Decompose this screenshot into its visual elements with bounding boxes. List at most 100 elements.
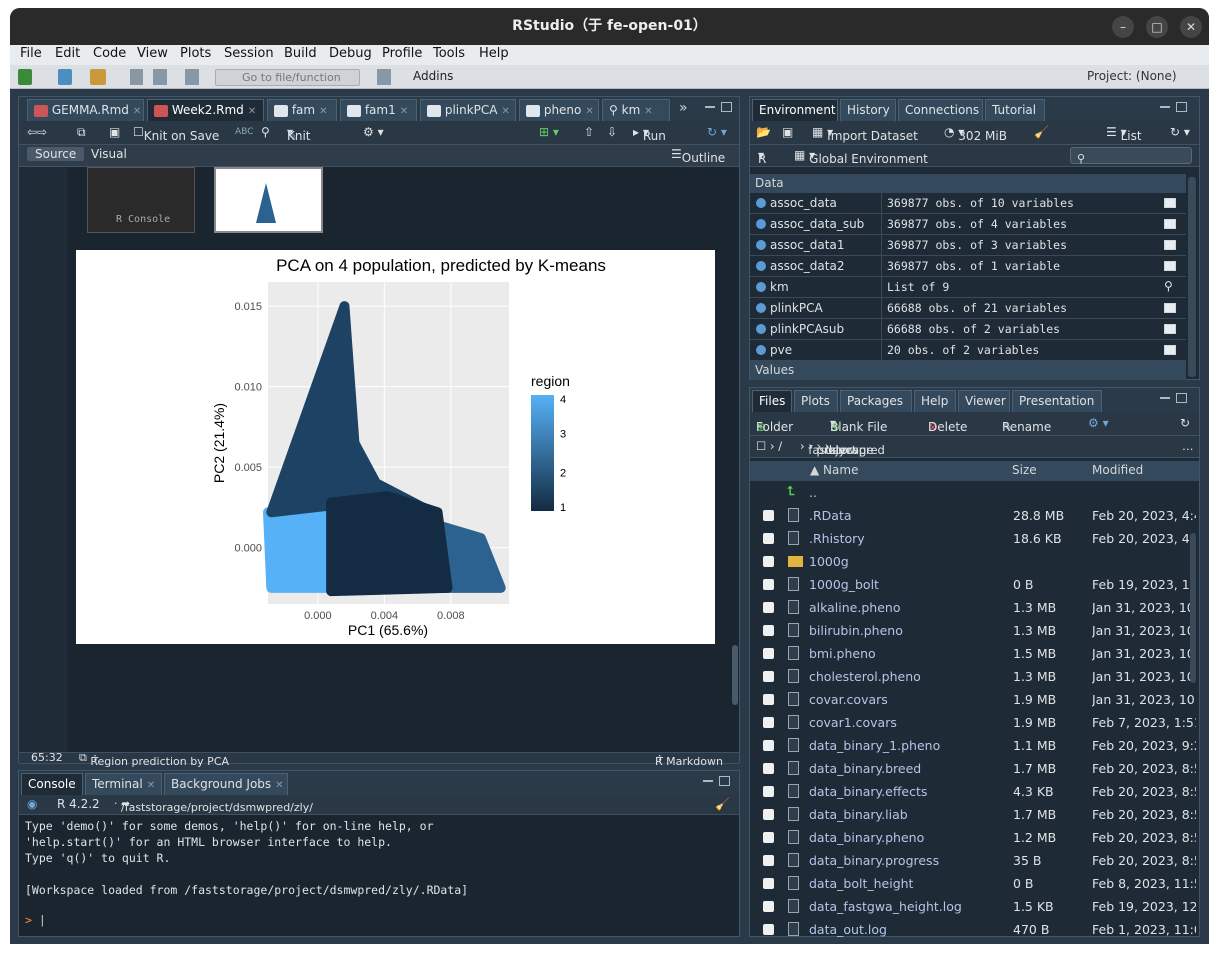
tab-tutorial[interactable]: Tutorial	[985, 99, 1045, 121]
file-checkbox[interactable]	[763, 924, 774, 935]
file-name[interactable]: covar1.covars	[809, 715, 897, 730]
close-window-button[interactable]: ✕	[1180, 16, 1202, 38]
file-row[interactable]: data_bolt_height 0 B Feb 8, 2023, 11:5	[750, 872, 1199, 895]
menu-view[interactable]: View	[137, 46, 168, 61]
new-file-icon[interactable]	[18, 69, 32, 85]
col-size[interactable]: Size	[1012, 463, 1037, 477]
tab-plinkpca[interactable]: plinkPCA ✕	[420, 99, 516, 121]
console-input[interactable]: > |	[25, 912, 715, 928]
tab-viewer[interactable]: Viewer	[958, 390, 1010, 412]
close-icon[interactable]: ✕	[319, 106, 327, 117]
file-checkbox[interactable]	[763, 832, 774, 843]
env-row[interactable]: plinkPCA 66688 obs. of 21 variables	[750, 298, 1186, 319]
more-path-icon[interactable]: …	[1182, 439, 1194, 453]
more-gear-icon[interactable]: ⚙ ▾	[1088, 416, 1109, 430]
tab-files[interactable]: Files	[752, 390, 792, 412]
tab-terminal[interactable]: Terminal ✕	[85, 773, 162, 795]
file-name[interactable]: data_binary.pheno	[809, 830, 924, 845]
env-row[interactable]: assoc_data2 369877 obs. of 1 variable	[750, 256, 1186, 277]
visual-mode-button[interactable]: Visual	[91, 147, 127, 161]
file-checkbox[interactable]	[763, 579, 774, 590]
file-name[interactable]: data_binary_1.pheno	[809, 738, 940, 753]
import-dataset-button[interactable]: ▦ Import Dataset ▾	[812, 125, 918, 143]
file-row[interactable]: data_fastgwa_height.log 1.5 KB Feb 19, 202…	[750, 895, 1199, 918]
run-button[interactable]: ▸ Run ▾	[633, 125, 666, 143]
menu-help[interactable]: Help	[479, 46, 509, 61]
tab-pheno[interactable]: pheno ✕	[519, 99, 599, 121]
menu-debug[interactable]: Debug	[329, 46, 372, 61]
menu-code[interactable]: Code	[93, 46, 126, 61]
file-name[interactable]: data_binary.liab	[809, 807, 908, 822]
file-row[interactable]: data_binary.liab 1.7 MB Feb 20, 2023, 8:5	[750, 803, 1199, 826]
expand-icon[interactable]	[756, 261, 766, 271]
file-name[interactable]: data_binary.breed	[809, 761, 921, 776]
menu-edit[interactable]: Edit	[55, 46, 80, 61]
minimize-pane-icon[interactable]	[1160, 397, 1170, 399]
close-icon[interactable]: ✕	[147, 780, 155, 791]
open-file-icon[interactable]	[90, 69, 106, 85]
close-icon[interactable]: ✕	[275, 780, 283, 791]
spellcheck-icon[interactable]: ABC	[235, 127, 253, 137]
menu-build[interactable]: Build	[284, 46, 317, 61]
file-row[interactable]: bilirubin.pheno 1.3 MB Jan 31, 2023, 10:	[750, 619, 1199, 642]
col-modified[interactable]: Modified	[1092, 463, 1143, 477]
file-row[interactable]: data_out.log 470 B Feb 1, 2023, 11:0	[750, 918, 1199, 938]
parent-dir-row[interactable]: ⮤ ..	[750, 481, 1199, 504]
file-name[interactable]: data_out.log	[809, 922, 887, 937]
tab-connections[interactable]: Connections	[898, 99, 983, 121]
menu-plots[interactable]: Plots	[180, 46, 211, 61]
maximize-pane-icon[interactable]	[1176, 102, 1187, 112]
close-icon[interactable]: ✕	[585, 106, 593, 117]
file-checkbox[interactable]	[763, 510, 774, 521]
tab-fam1[interactable]: fam1 ✕	[340, 99, 417, 121]
tab-help[interactable]: Help	[914, 390, 956, 412]
maximize-pane-icon[interactable]	[721, 102, 732, 112]
env-row[interactable]: assoc_data 369877 obs. of 10 variables	[750, 193, 1186, 214]
expand-icon[interactable]	[756, 345, 766, 355]
env-row[interactable]: pve 20 obs. of 2 variables	[750, 340, 1186, 361]
tab-environment[interactable]: Environment	[752, 99, 838, 121]
grid-view-icon[interactable]	[1164, 240, 1176, 250]
outline-button[interactable]: ☰ Outline	[671, 147, 725, 165]
blank-file-button[interactable]: ⊕ Blank File ▾	[830, 416, 887, 434]
save-icon[interactable]: ▣	[109, 125, 120, 139]
addins-menu[interactable]: Addins	[413, 69, 453, 83]
expand-icon[interactable]	[756, 198, 766, 208]
file-name[interactable]: bilirubin.pheno	[809, 623, 903, 638]
load-workspace-icon[interactable]: 📂	[756, 125, 771, 139]
tab-console[interactable]: Console	[21, 773, 83, 795]
source-mode-button[interactable]: Source	[27, 147, 85, 161]
save-icon[interactable]	[130, 69, 143, 85]
view-mode-select[interactable]: ☰ List ▾	[1106, 125, 1142, 143]
inspect-icon[interactable]: ⚲	[1164, 279, 1176, 293]
working-directory[interactable]: · /faststorage/project/dsmwpred/zly/ ➦	[114, 797, 313, 814]
tab-km[interactable]: ⚲ km ✕	[602, 99, 670, 121]
file-row[interactable]: 1000g	[750, 550, 1199, 573]
move-down-icon[interactable]: ⇩	[607, 125, 617, 139]
minimize-pane-icon[interactable]	[703, 780, 713, 782]
col-name[interactable]: ▲ Name	[810, 463, 858, 477]
env-row[interactable]: assoc_data_sub 369877 obs. of 4 variables	[750, 214, 1186, 235]
tab-gemma-rmd[interactable]: GEMMA.Rmd ✕	[27, 99, 144, 121]
env-row[interactable]: km List of 9 ⚲	[750, 277, 1186, 298]
tab-packages[interactable]: Packages	[840, 390, 912, 412]
close-icon[interactable]: ✕	[502, 106, 510, 117]
file-checkbox[interactable]	[763, 740, 774, 751]
go-to-file-input[interactable]: Go to file/function	[215, 69, 360, 86]
file-checkbox[interactable]	[763, 717, 774, 728]
env-row[interactable]: assoc_data1 369877 obs. of 3 variables	[750, 235, 1186, 256]
close-icon[interactable]: ✕	[644, 106, 652, 117]
file-name[interactable]: bmi.pheno	[809, 646, 876, 661]
file-checkbox[interactable]	[763, 671, 774, 682]
file-name[interactable]: 1000g	[809, 554, 849, 569]
expand-icon[interactable]	[756, 282, 766, 292]
env-row[interactable]: plinkPCAsub 66688 obs. of 2 variables	[750, 319, 1186, 340]
maximize-pane-icon[interactable]	[1176, 393, 1187, 403]
clear-console-icon[interactable]: 🧹	[715, 797, 730, 811]
menu-file[interactable]: File	[20, 46, 42, 61]
back-forward-icon[interactable]: ⇦⇨	[27, 125, 47, 139]
grid-view-icon[interactable]	[1164, 345, 1176, 355]
grid-view-icon[interactable]	[1164, 261, 1176, 271]
clear-workspace-icon[interactable]: 🧹	[1034, 125, 1049, 139]
close-icon[interactable]: ✕	[133, 106, 141, 117]
